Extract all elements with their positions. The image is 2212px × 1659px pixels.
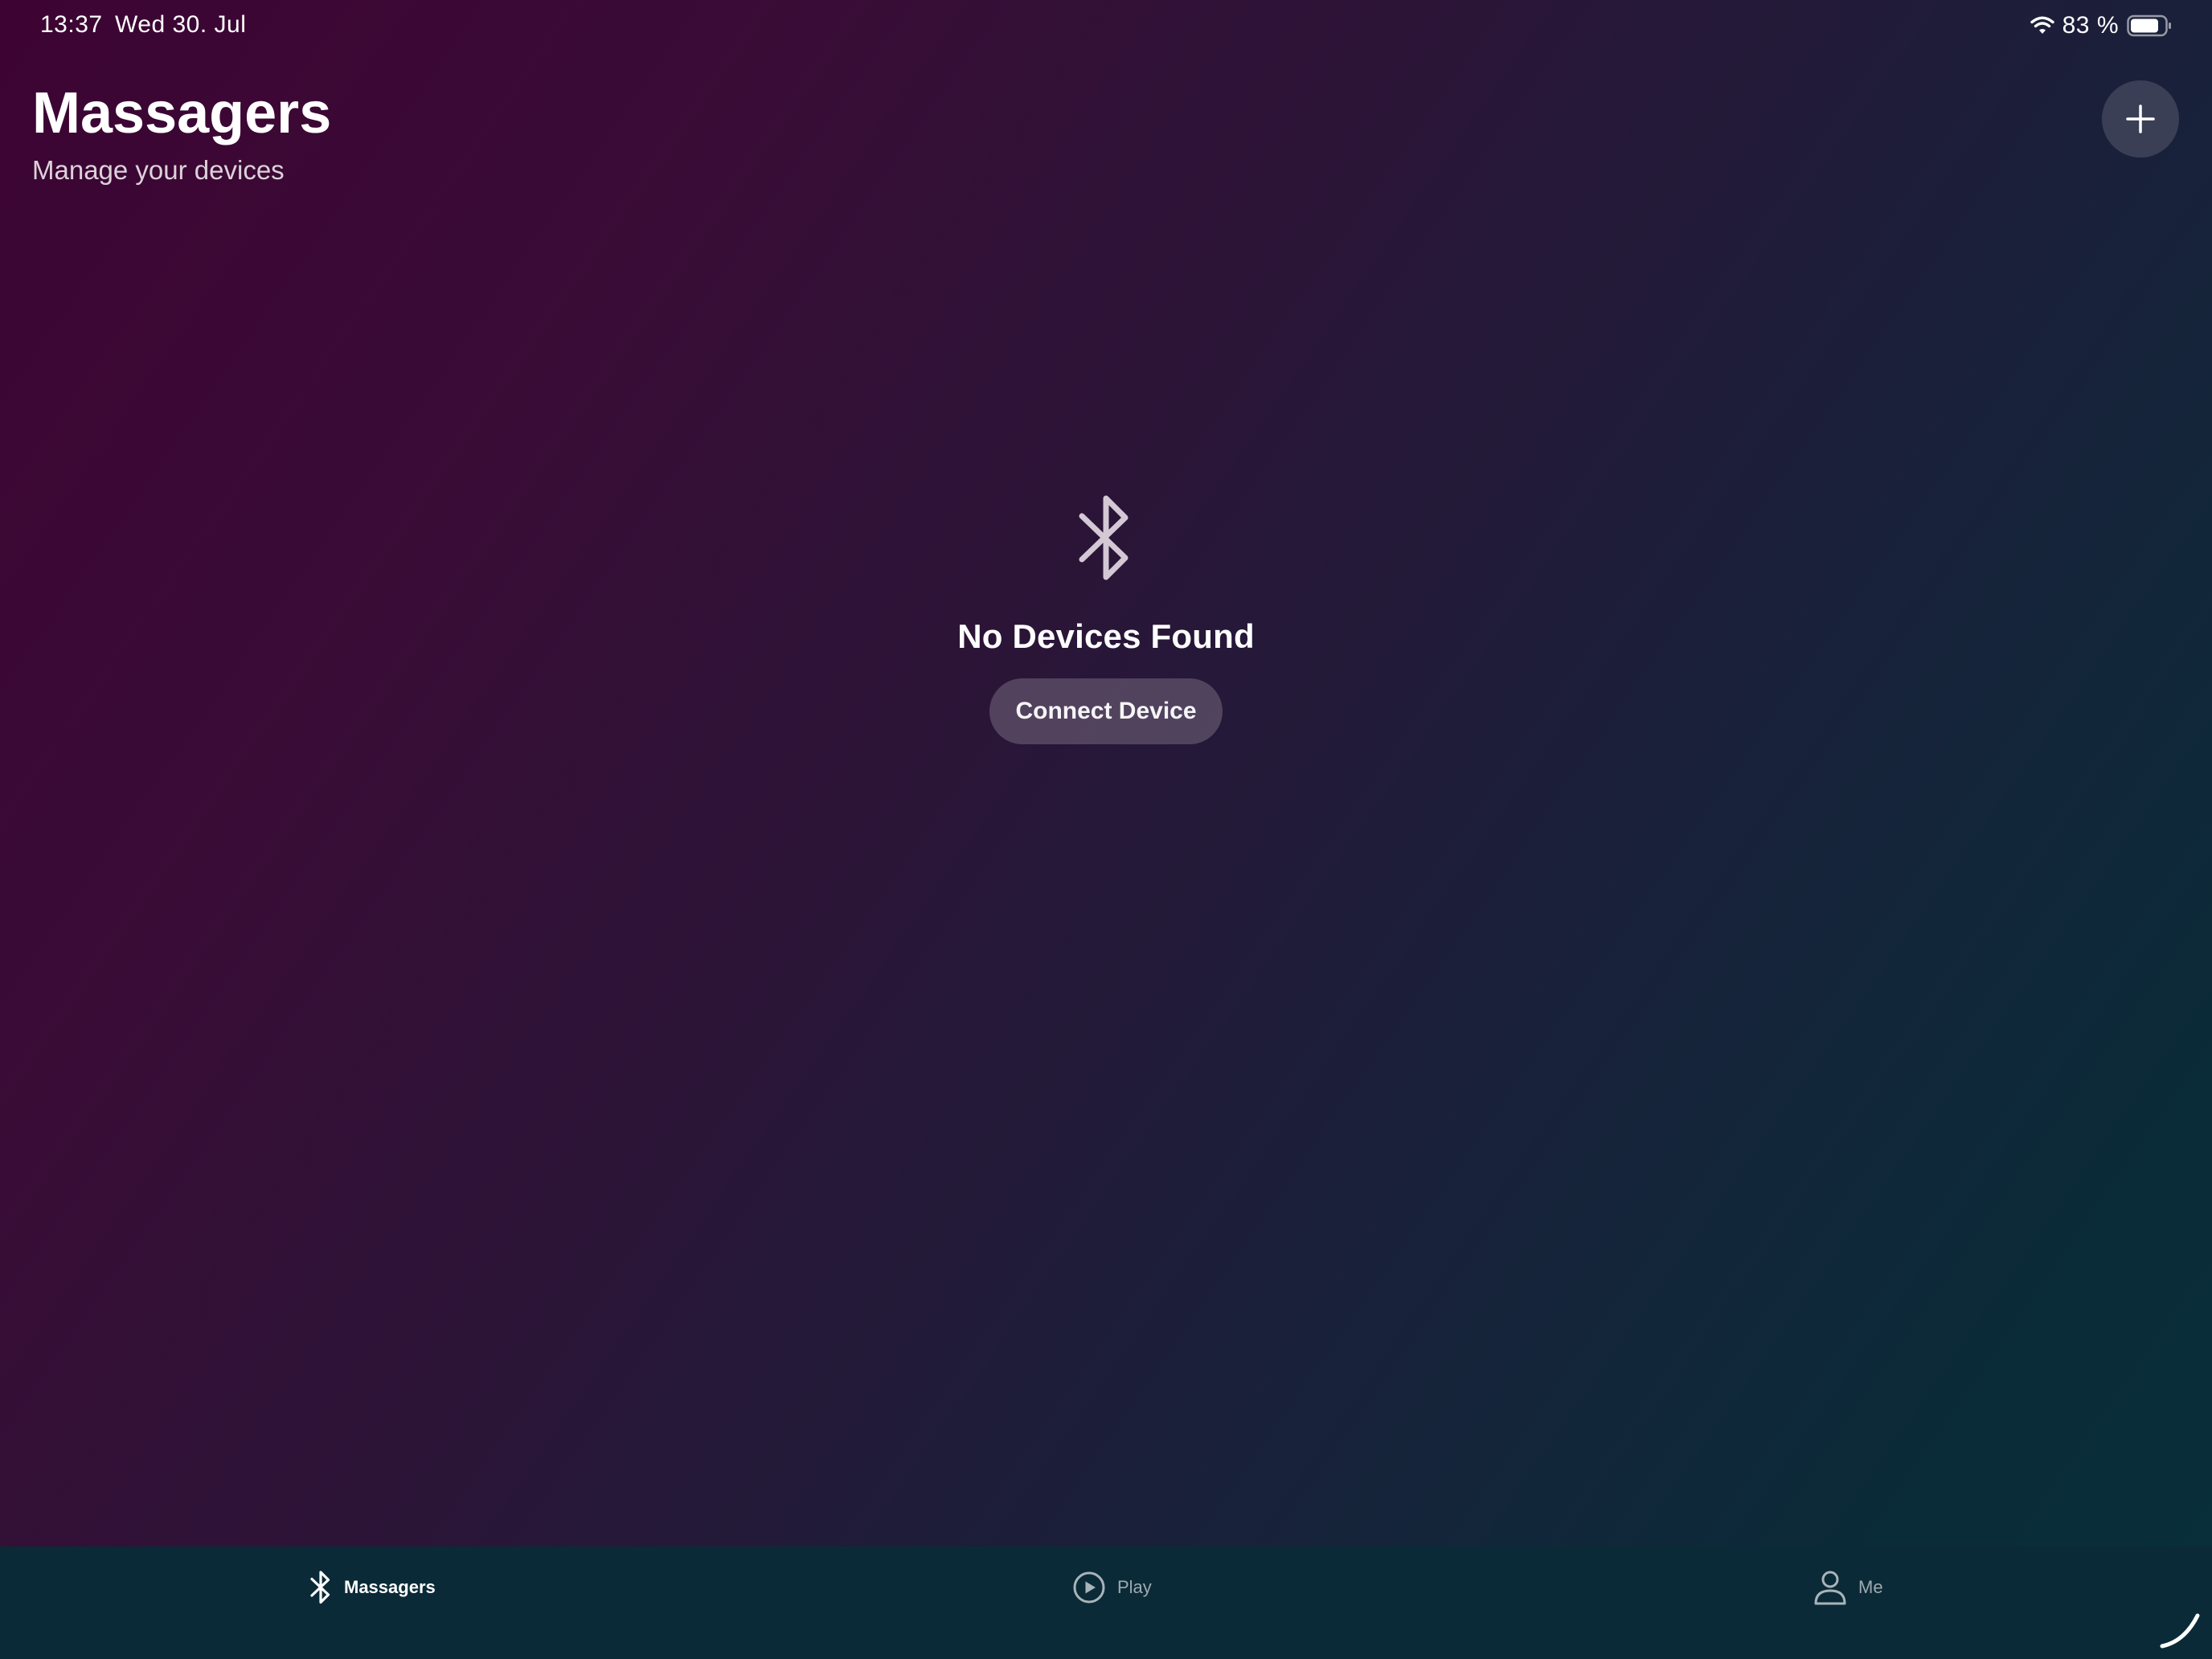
tab-massagers[interactable]: Massagers bbox=[309, 1567, 436, 1608]
play-circle-icon bbox=[1072, 1571, 1106, 1604]
wifi-icon bbox=[2030, 16, 2054, 35]
corner-handle-icon bbox=[2157, 1604, 2206, 1653]
battery-icon bbox=[2127, 14, 2172, 37]
status-time: 13:37 bbox=[40, 11, 103, 38]
tab-massagers-label: Massagers bbox=[344, 1577, 436, 1597]
page-title: Massagers bbox=[32, 81, 332, 145]
status-date: Wed 30. Jul bbox=[115, 11, 247, 38]
status-indicators: 83 % bbox=[2030, 11, 2172, 40]
tab-play-label: Play bbox=[1117, 1577, 1152, 1597]
person-icon bbox=[1813, 1569, 1847, 1606]
page-subtitle: Manage your devices bbox=[32, 155, 285, 185]
connect-device-button[interactable]: Connect Device bbox=[989, 678, 1223, 744]
tab-me-label: Me bbox=[1858, 1577, 1883, 1597]
bluetooth-icon bbox=[309, 1569, 333, 1606]
bluetooth-icon bbox=[1074, 490, 1138, 587]
empty-state: No Devices Found Connect Device bbox=[0, 490, 2212, 744]
empty-state-title: No Devices Found bbox=[957, 617, 1255, 655]
status-bar: 13:37 Wed 30. Jul 83 % bbox=[0, 0, 2212, 51]
tab-play[interactable]: Play bbox=[1072, 1567, 1152, 1608]
add-device-button[interactable] bbox=[2102, 80, 2179, 158]
battery-percent: 83 % bbox=[2062, 12, 2119, 39]
tab-me[interactable]: Me bbox=[1813, 1567, 1883, 1608]
tab-bar: Massagers Play Me bbox=[0, 1546, 2212, 1659]
plus-icon bbox=[2124, 103, 2157, 135]
